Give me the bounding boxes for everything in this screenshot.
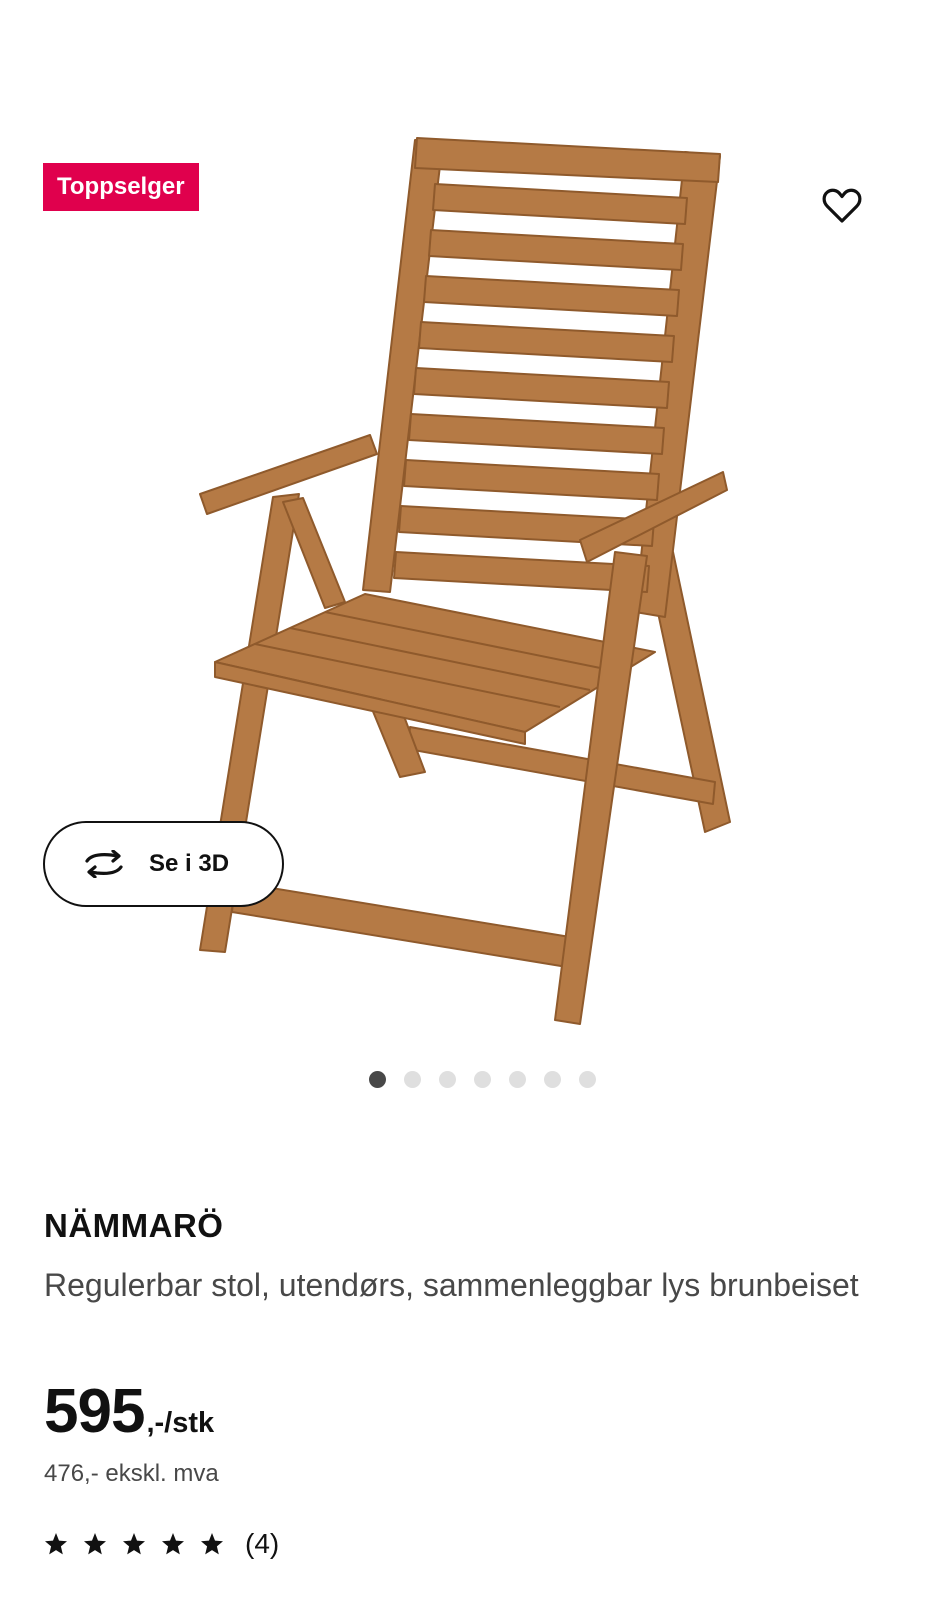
price-suffix: ,-/stk xyxy=(146,1407,215,1439)
star-icon xyxy=(162,1533,184,1555)
price-main: 595 xyxy=(44,1377,145,1446)
top-seller-badge: Toppselger xyxy=(43,163,199,211)
gallery-dot[interactable] xyxy=(368,1071,386,1088)
gallery-dot[interactable] xyxy=(473,1071,491,1088)
gallery-dot[interactable] xyxy=(508,1071,526,1088)
gallery-dot[interactable] xyxy=(543,1071,561,1088)
view-in-3d-button[interactable]: Se i 3D xyxy=(43,821,284,907)
product-price: 595 ,-/stk xyxy=(44,1376,214,1447)
gallery-dot[interactable] xyxy=(403,1071,421,1088)
product-image xyxy=(199,137,731,1025)
product-description: Regulerbar stol, utendørs, sammenleggbar… xyxy=(44,1267,859,1303)
product-rating[interactable]: (4) xyxy=(44,1528,279,1560)
product-gallery[interactable]: Toppselger Se i 3D xyxy=(0,0,948,1110)
star-icon xyxy=(45,1533,67,1555)
star-icon xyxy=(84,1533,106,1555)
price-ex-vat: 476,- ekskl. mva xyxy=(44,1460,219,1487)
gallery-dot[interactable] xyxy=(578,1071,596,1088)
gallery-dot[interactable] xyxy=(438,1071,456,1088)
view-in-3d-label: Se i 3D xyxy=(149,850,230,877)
rotate-3d-icon xyxy=(85,850,123,878)
rating-count: (4) xyxy=(245,1528,280,1559)
product-name: NÄMMARÖ xyxy=(44,1207,224,1244)
gallery-pagination xyxy=(0,1071,948,1088)
heart-icon xyxy=(822,188,862,223)
star-icon xyxy=(201,1533,223,1555)
favorite-button[interactable] xyxy=(812,176,872,236)
star-icon xyxy=(123,1533,145,1555)
